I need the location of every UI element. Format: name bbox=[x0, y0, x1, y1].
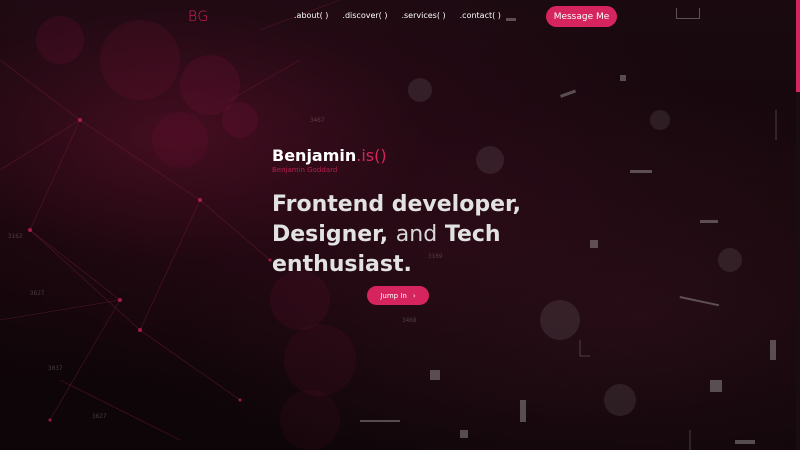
main-nav: .about( ) .discover( ) .services( ) .con… bbox=[294, 11, 501, 20]
page: 3467 3169 3627 3037 3162 3627 3468 BG .a… bbox=[0, 0, 800, 450]
chevron-right-icon: › bbox=[412, 291, 416, 300]
headline-part-4: enthusiast. bbox=[272, 252, 412, 277]
nav-link-services[interactable]: .services( ) bbox=[401, 11, 445, 20]
bg-number: 3037 bbox=[48, 365, 63, 372]
hero-name-suffix: .is() bbox=[356, 146, 387, 165]
nav-link-contact[interactable]: .contact( ) bbox=[460, 11, 501, 20]
hero-name-text: Benjamin bbox=[272, 146, 357, 165]
hero-headline: Frontend developer, Designer, and Tech e… bbox=[272, 190, 532, 280]
bg-number: 3468 bbox=[402, 317, 417, 324]
headline-part-2: Designer, bbox=[272, 222, 389, 247]
jump-in-label: Jump In bbox=[380, 291, 407, 300]
scrollbar[interactable] bbox=[796, 0, 800, 450]
site-logo[interactable]: BG bbox=[188, 9, 209, 25]
headline-and: and bbox=[395, 222, 438, 247]
hero-name: Benjamin.is() bbox=[272, 146, 387, 165]
headline-part-3: Tech bbox=[444, 222, 501, 247]
bg-number: 3467 bbox=[310, 117, 325, 124]
headline-part-1: Frontend developer, bbox=[272, 192, 521, 217]
message-me-button[interactable]: Message Me bbox=[546, 6, 617, 27]
decorative-bracket bbox=[676, 8, 700, 19]
nav-link-discover[interactable]: .discover( ) bbox=[342, 11, 387, 20]
bg-number: 3627 bbox=[30, 290, 45, 297]
scrollbar-thumb[interactable] bbox=[796, 0, 800, 92]
hero-subtitle: Benjamin Goddard bbox=[272, 166, 338, 174]
bg-number: 3162 bbox=[8, 233, 23, 240]
jump-in-button[interactable]: Jump In › bbox=[367, 286, 429, 305]
bg-number: 3627 bbox=[92, 413, 107, 420]
nav-link-about[interactable]: .about( ) bbox=[294, 11, 328, 20]
